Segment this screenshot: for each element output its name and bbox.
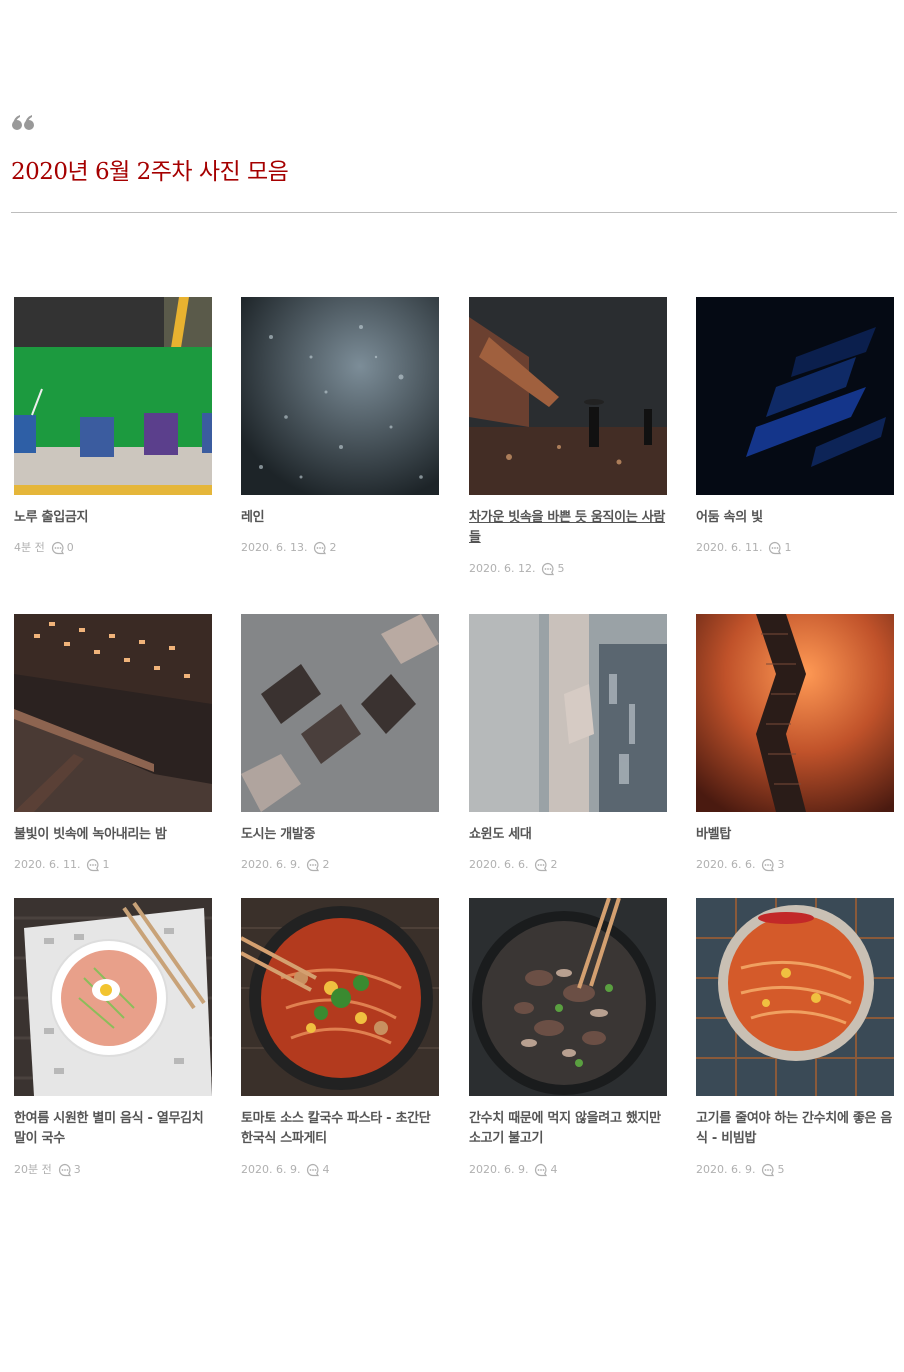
- post-meta: 2020. 6. 11. 1: [14, 857, 109, 873]
- post-meta: 4분 전 0: [14, 540, 74, 556]
- post-thumbnail[interactable]: [696, 614, 894, 812]
- comment-icon: [535, 858, 548, 872]
- comment-icon: [769, 541, 782, 555]
- post-meta: 2020. 6. 9. 2: [241, 857, 329, 873]
- comment-icon: [51, 541, 64, 555]
- post-meta: 2020. 6. 11. 1: [696, 540, 791, 556]
- comment-count: 0: [66, 541, 74, 554]
- post-date: 2020. 6. 12.: [469, 562, 536, 575]
- comment-icon: [87, 858, 100, 872]
- post-date: 4분 전: [14, 541, 45, 554]
- comment-count: 3: [777, 858, 785, 871]
- post-meta: 2020. 6. 6. 2: [469, 857, 557, 873]
- quote-icon: [12, 115, 34, 130]
- post-meta: 2020. 6. 12. 5: [469, 561, 564, 577]
- comment-icon: [58, 1163, 71, 1177]
- post-meta: 2020. 6. 6. 3: [696, 857, 784, 873]
- post-meta: 2020. 6. 9. 4: [241, 1162, 329, 1178]
- comment-count: 3: [73, 1163, 81, 1176]
- post-meta: 2020. 6. 9. 4: [469, 1162, 557, 1178]
- post-title[interactable]: 차가운 빗속을 바쁜 듯 움직이는 사람들: [469, 508, 667, 548]
- post-date: 2020. 6. 9.: [241, 1163, 301, 1176]
- post-date: 2020. 6. 13.: [241, 541, 308, 554]
- comment-count: 4: [322, 1163, 330, 1176]
- post-title[interactable]: 노루 출입금지: [14, 508, 212, 528]
- comment-count: 2: [322, 858, 330, 871]
- post-meta: 2020. 6. 9. 5: [696, 1162, 784, 1178]
- comment-icon: [762, 1163, 775, 1177]
- comment-icon: [762, 858, 775, 872]
- post-thumbnail[interactable]: [241, 898, 439, 1096]
- post-thumbnail[interactable]: [469, 297, 667, 495]
- page-title: 2020년 6월 2주차 사진 모음: [11, 159, 289, 185]
- comment-icon: [542, 562, 555, 576]
- post-title[interactable]: 고기를 줄여야 하는 간수치에 좋은 음식 - 비빔밥: [696, 1109, 894, 1149]
- post-title[interactable]: 한여름 시원한 별미 음식 - 열무김치말이 국수: [14, 1109, 212, 1149]
- post-thumbnail[interactable]: [14, 614, 212, 812]
- post-title[interactable]: 레인: [241, 508, 439, 528]
- post-meta: 2020. 6. 13. 2: [241, 540, 336, 556]
- comment-count: 5: [557, 562, 565, 575]
- comment-count: 2: [550, 858, 558, 871]
- comment-count: 1: [784, 541, 792, 554]
- post-title[interactable]: 토마토 소스 칼국수 파스타 - 초간단 한국식 스파게티: [241, 1109, 439, 1149]
- post-title[interactable]: 도시는 개발중: [241, 825, 439, 845]
- post-thumbnail[interactable]: [14, 297, 212, 495]
- post-title[interactable]: 쇼윈도 세대: [469, 825, 667, 845]
- post-title[interactable]: 바벨탑: [696, 825, 894, 845]
- post-date: 2020. 6. 6.: [696, 858, 756, 871]
- post-date: 2020. 6. 6.: [469, 858, 529, 871]
- post-date: 2020. 6. 9.: [469, 1163, 529, 1176]
- comment-count: 2: [329, 541, 337, 554]
- post-thumbnail[interactable]: [696, 297, 894, 495]
- comment-count: 5: [777, 1163, 785, 1176]
- post-date: 2020. 6. 9.: [696, 1163, 756, 1176]
- header-divider: [11, 212, 897, 213]
- comment-count: 4: [550, 1163, 558, 1176]
- post-thumbnail[interactable]: [14, 898, 212, 1096]
- post-thumbnail[interactable]: [241, 297, 439, 495]
- comment-icon: [307, 858, 320, 872]
- post-date: 2020. 6. 11.: [696, 541, 763, 554]
- post-title[interactable]: 어둠 속의 빛: [696, 508, 894, 528]
- post-thumbnail[interactable]: [469, 614, 667, 812]
- comment-icon: [307, 1163, 320, 1177]
- post-date: 20분 전: [14, 1163, 52, 1176]
- post-title[interactable]: 간수치 때문에 먹지 않을려고 했지만 소고기 불고기: [469, 1109, 667, 1149]
- post-thumbnail[interactable]: [241, 614, 439, 812]
- post-thumbnail[interactable]: [696, 898, 894, 1096]
- post-thumbnail[interactable]: [469, 898, 667, 1096]
- post-title[interactable]: 불빛이 빗속에 녹아내리는 밤: [14, 825, 212, 845]
- comment-icon: [314, 541, 327, 555]
- post-date: 2020. 6. 9.: [241, 858, 301, 871]
- post-meta: 20분 전 3: [14, 1162, 81, 1178]
- comment-icon: [535, 1163, 548, 1177]
- post-date: 2020. 6. 11.: [14, 858, 81, 871]
- comment-count: 1: [102, 858, 110, 871]
